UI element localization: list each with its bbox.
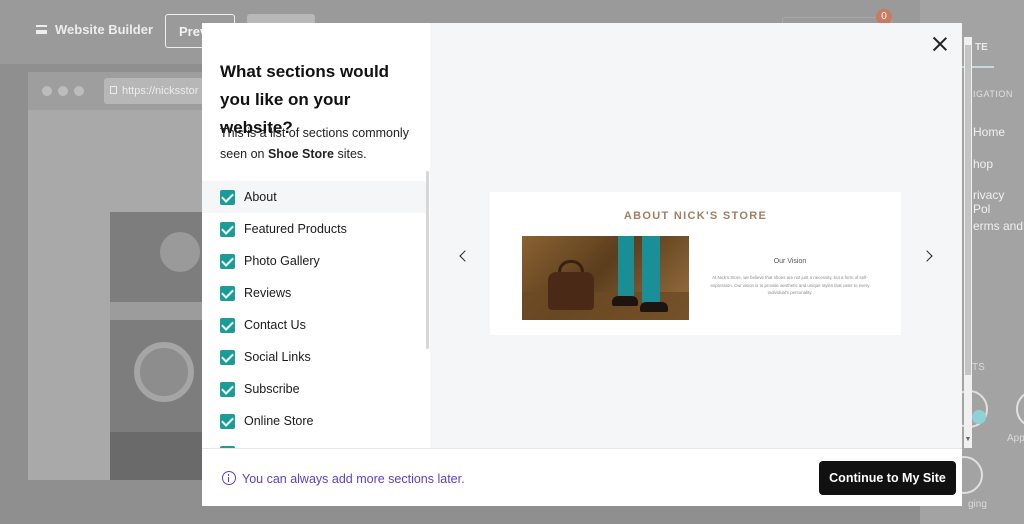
browser-bar: https://nicksstor: [28, 72, 224, 110]
continue-button[interactable]: Continue to My Site: [819, 461, 956, 495]
sections-list: About Featured Products Photo Gallery Re…: [202, 181, 426, 448]
section-label: Photo Gallery: [244, 254, 320, 268]
section-label: Social Links: [244, 350, 311, 364]
section-label: Reviews: [244, 286, 292, 300]
list-item-subscribe[interactable]: Subscribe: [202, 373, 426, 405]
nav-item[interactable]: Home: [973, 125, 1005, 139]
section-label: Subscribe: [244, 382, 300, 396]
checkbox-checked-icon[interactable]: [220, 285, 235, 301]
modal-description: This is a list of sections commonly seen…: [220, 126, 409, 161]
checkbox-checked-icon[interactable]: [220, 413, 235, 429]
modal-scrollbar-thumb[interactable]: [965, 45, 971, 375]
chevron-right-icon[interactable]: [921, 248, 937, 264]
section-label: Featured Products: [244, 222, 347, 236]
modal-footer: You can always add more sections later. …: [202, 448, 962, 506]
window-dot-icon: [74, 86, 84, 96]
checkbox-checked-icon[interactable]: [220, 349, 235, 365]
right-panel-tab[interactable]: TE: [975, 42, 988, 53]
list-item-social-links[interactable]: Social Links: [202, 341, 426, 373]
section-preview-card: ABOUT NICK'S STORE Our Vision At Nick's …: [490, 192, 901, 335]
list-item-next[interactable]: [202, 437, 426, 448]
app-label: App: [1007, 433, 1024, 444]
app-title: Website Builder: [55, 22, 154, 37]
preview-body-text: At Nick's Store, we believe that shoes a…: [710, 275, 870, 295]
site-preview-frame: https://nicksstor: [28, 72, 230, 480]
checkbox-checked-icon[interactable]: [220, 381, 235, 397]
browser-url-text: https://nicksstor: [122, 85, 199, 97]
checkbox-checked-icon[interactable]: [220, 221, 235, 237]
list-item-reviews[interactable]: Reviews: [202, 277, 426, 309]
preview-subheading: Our Vision: [773, 258, 807, 265]
hamburger-icon: [36, 25, 47, 34]
site-type: Shoe Store: [267, 147, 334, 161]
lock-icon: [110, 86, 117, 94]
section-label: About: [244, 190, 277, 204]
right-panel-heading: IGATION: [973, 89, 1013, 99]
scroll-down-arrow-icon[interactable]: ▼: [964, 436, 972, 444]
section-label: Online Store: [244, 414, 314, 428]
list-item-online-store[interactable]: Online Store: [202, 405, 426, 437]
chevron-left-icon[interactable]: [455, 248, 471, 264]
section-label: Contact Us: [244, 318, 306, 332]
list-item-about[interactable]: About: [202, 181, 426, 213]
app-menu[interactable]: Website Builder: [36, 22, 153, 37]
close-icon[interactable]: [931, 35, 949, 53]
nav-item[interactable]: hop: [973, 157, 993, 171]
right-panel-section-label: TS: [972, 362, 985, 373]
list-item-contact-us[interactable]: Contact Us: [202, 309, 426, 341]
nav-item[interactable]: rivacy Pol: [973, 188, 1024, 216]
checkbox-checked-icon[interactable]: [220, 317, 235, 333]
info-icon: [222, 471, 236, 485]
list-scrollbar-thumb[interactable]: [426, 171, 429, 349]
preview-heading: ABOUT NICK'S STORE: [623, 210, 768, 222]
list-item-featured-products[interactable]: Featured Products: [202, 213, 426, 245]
preview-image: [522, 236, 689, 320]
sections-modal: What sections would you like on your web…: [202, 23, 972, 506]
checkbox-checked-icon[interactable]: [220, 253, 235, 269]
sections-pane: What sections would you like on your web…: [202, 23, 429, 448]
window-dot-icon: [42, 86, 52, 96]
nav-item[interactable]: erms and: [973, 219, 1023, 233]
checkbox-checked-icon[interactable]: [220, 189, 235, 205]
window-dot-icon: [58, 86, 68, 96]
list-item-photo-gallery[interactable]: Photo Gallery: [202, 245, 426, 277]
app-label: ging: [968, 499, 987, 510]
footer-note: You can always add more sections later.: [242, 472, 465, 486]
add-badge-icon: [972, 410, 986, 424]
